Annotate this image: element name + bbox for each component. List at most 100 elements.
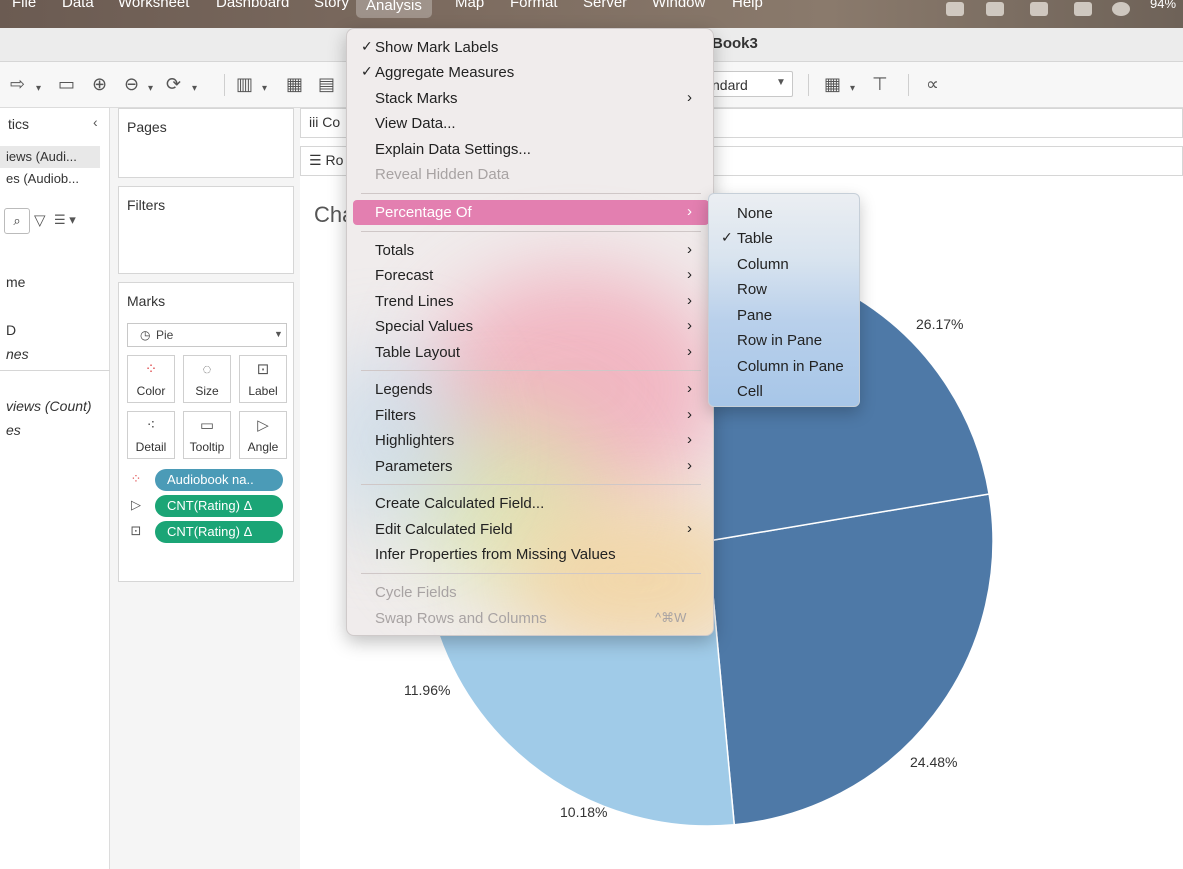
field-item[interactable]: D — [6, 322, 16, 338]
submenu-item-label: Cell — [737, 383, 763, 400]
checkmark-icon: ✓ — [721, 229, 733, 245]
field-item[interactable]: nes — [6, 346, 29, 362]
submenu-item-none[interactable]: None — [709, 201, 859, 226]
menu-item-view-data[interactable]: View Data... — [347, 111, 713, 136]
pie-slice[interactable] — [707, 493, 994, 826]
detail-button[interactable]: ⁖ Detail — [127, 411, 175, 459]
menu-format[interactable]: Format — [510, 0, 558, 11]
menu-item-special-values[interactable]: Special Values › — [347, 314, 713, 339]
submenu-item-column-in-pane[interactable]: Column in Pane — [709, 354, 859, 379]
chevron-down-icon[interactable]: ▾ — [262, 79, 267, 99]
show-cards-icon[interactable]: ▦ — [824, 74, 841, 94]
clock-icon[interactable] — [1112, 2, 1130, 16]
menu-item-forecast[interactable]: Forecast › — [347, 263, 713, 288]
status-icon[interactable] — [946, 2, 964, 16]
label-icon: ⊡ — [256, 361, 270, 378]
filters-card[interactable]: Filters — [118, 186, 294, 274]
menu-item-totals[interactable]: Totals › — [347, 238, 713, 263]
datasource-icon[interactable]: ⊖ — [124, 74, 139, 94]
view-options-icon[interactable]: ☰ ▾ — [54, 212, 76, 228]
submenu-item-row[interactable]: Row — [709, 277, 859, 302]
angle-icon: ▷ — [257, 417, 269, 434]
search-icon[interactable]: ⌕ — [4, 208, 30, 234]
menu-server[interactable]: Server — [583, 0, 627, 11]
menu-worksheet[interactable]: Worksheet — [118, 0, 189, 11]
status-icon[interactable] — [1030, 2, 1048, 16]
size-button[interactable]: ◌ Size — [183, 355, 231, 403]
menu-help[interactable]: Help — [732, 0, 763, 11]
cnt-rating-label-pill[interactable]: CNT(Rating) Δ — [155, 521, 283, 543]
angle-button[interactable]: ▷ Angle — [239, 411, 287, 459]
status-icon[interactable] — [986, 2, 1004, 16]
new-worksheet-icon[interactable]: ▥ — [236, 74, 253, 94]
chevron-down-icon[interactable]: ▾ — [850, 79, 855, 99]
menu-item-parameters[interactable]: Parameters › — [347, 454, 713, 479]
submenu-item-label: Column — [737, 256, 789, 273]
menu-separator — [361, 370, 701, 371]
menu-analysis[interactable]: Analysis — [356, 0, 432, 18]
chevron-down-icon[interactable]: ▾ — [192, 79, 197, 99]
fit-select[interactable]: ndard ▼ — [703, 71, 793, 97]
color-button[interactable]: ⁘ Color — [127, 355, 175, 403]
submenu-item-pane[interactable]: Pane — [709, 303, 859, 328]
collapse-icon[interactable]: ‹ — [93, 114, 98, 130]
menu-dashboard[interactable]: Dashboard — [216, 0, 289, 11]
chevron-down-icon[interactable]: ▾ — [148, 79, 153, 99]
audiobook-pill[interactable]: Audiobook na.. — [155, 469, 283, 491]
field-item[interactable]: es — [6, 422, 21, 438]
datasource-item[interactable]: es (Audiob... — [0, 168, 100, 190]
menu-file[interactable]: File — [12, 0, 36, 11]
field-item[interactable]: views (Count) — [6, 398, 92, 414]
menu-item-create-calculated-field[interactable]: Create Calculated Field... — [347, 491, 713, 516]
toolbar-separator — [908, 74, 909, 96]
filter-icon[interactable]: ▽ — [34, 211, 46, 229]
status-icon[interactable] — [1074, 2, 1092, 16]
detail-icon: ⁖ — [146, 417, 156, 434]
checkmark-icon: ✓ — [361, 38, 373, 54]
menu-story[interactable]: Story — [314, 0, 349, 11]
pages-card[interactable]: Pages — [118, 108, 294, 178]
field-item[interactable]: me — [6, 274, 25, 290]
menu-item-explain-data-settings[interactable]: Explain Data Settings... — [347, 137, 713, 162]
share-icon[interactable]: ∝ — [926, 74, 939, 94]
submenu-item-table[interactable]: ✓ Table — [709, 226, 859, 251]
menu-item-table-layout[interactable]: Table Layout › — [347, 340, 713, 365]
menu-item-label: Create Calculated Field... — [375, 495, 545, 512]
pie-label: 10.18% — [560, 804, 608, 820]
menu-item-edit-calculated-field[interactable]: Edit Calculated Field › — [347, 517, 713, 542]
chevron-down-icon: ▼ — [776, 77, 786, 88]
chevron-down-icon[interactable]: ▾ — [36, 79, 41, 99]
menu-item-percentage-of[interactable]: Percentage Of › — [353, 200, 709, 225]
menu-item-legends[interactable]: Legends › — [347, 377, 713, 402]
marks-card: Marks ◷ Pie ▼ ⁘ Color ◌ Size ⊡ Label ⁖ D… — [118, 282, 294, 582]
submenu-item-row-in-pane[interactable]: Row in Pane — [709, 328, 859, 353]
columns-shelf-label: iii Co — [309, 114, 340, 130]
menu-item-filters[interactable]: Filters › — [347, 403, 713, 428]
menu-map[interactable]: Map — [455, 0, 484, 11]
clear-sheet-icon[interactable]: ▤ — [318, 74, 335, 94]
menu-item-show-mark-labels[interactable]: ✓ Show Mark Labels — [347, 35, 713, 60]
tooltip-button[interactable]: ▭ Tooltip — [183, 411, 231, 459]
duplicate-sheet-icon[interactable]: ▦ — [286, 74, 303, 94]
add-datasource-icon[interactable]: ⊕ — [92, 74, 107, 94]
menu-window[interactable]: Window — [652, 0, 705, 11]
button-label: Size — [195, 384, 219, 398]
redo-icon[interactable]: ⇨ — [10, 74, 25, 94]
menu-item-label: Stack Marks — [375, 90, 458, 107]
submenu-item-cell[interactable]: Cell — [709, 379, 859, 404]
mark-type-select[interactable]: ◷ Pie ▼ — [127, 323, 287, 347]
menu-item-trend-lines[interactable]: Trend Lines › — [347, 289, 713, 314]
submenu-item-column[interactable]: Column — [709, 252, 859, 277]
menu-item-stack-marks[interactable]: Stack Marks › — [347, 86, 713, 111]
menu-data[interactable]: Data — [62, 0, 94, 11]
cnt-rating-angle-pill[interactable]: CNT(Rating) Δ — [155, 495, 283, 517]
save-icon[interactable]: ▭ — [58, 74, 75, 94]
refresh-icon[interactable]: ⟳ — [166, 74, 181, 94]
datasource-item[interactable]: iews (Audi... — [0, 146, 100, 168]
presentation-icon[interactable]: ⊤ — [872, 74, 888, 94]
label-button[interactable]: ⊡ Label — [239, 355, 287, 403]
menu-item-label: Swap Rows and Columns — [375, 610, 547, 627]
menu-item-aggregate-measures[interactable]: ✓ Aggregate Measures — [347, 60, 713, 85]
menu-item-infer-properties[interactable]: Infer Properties from Missing Values — [347, 542, 713, 567]
menu-item-highlighters[interactable]: Highlighters › — [347, 428, 713, 453]
